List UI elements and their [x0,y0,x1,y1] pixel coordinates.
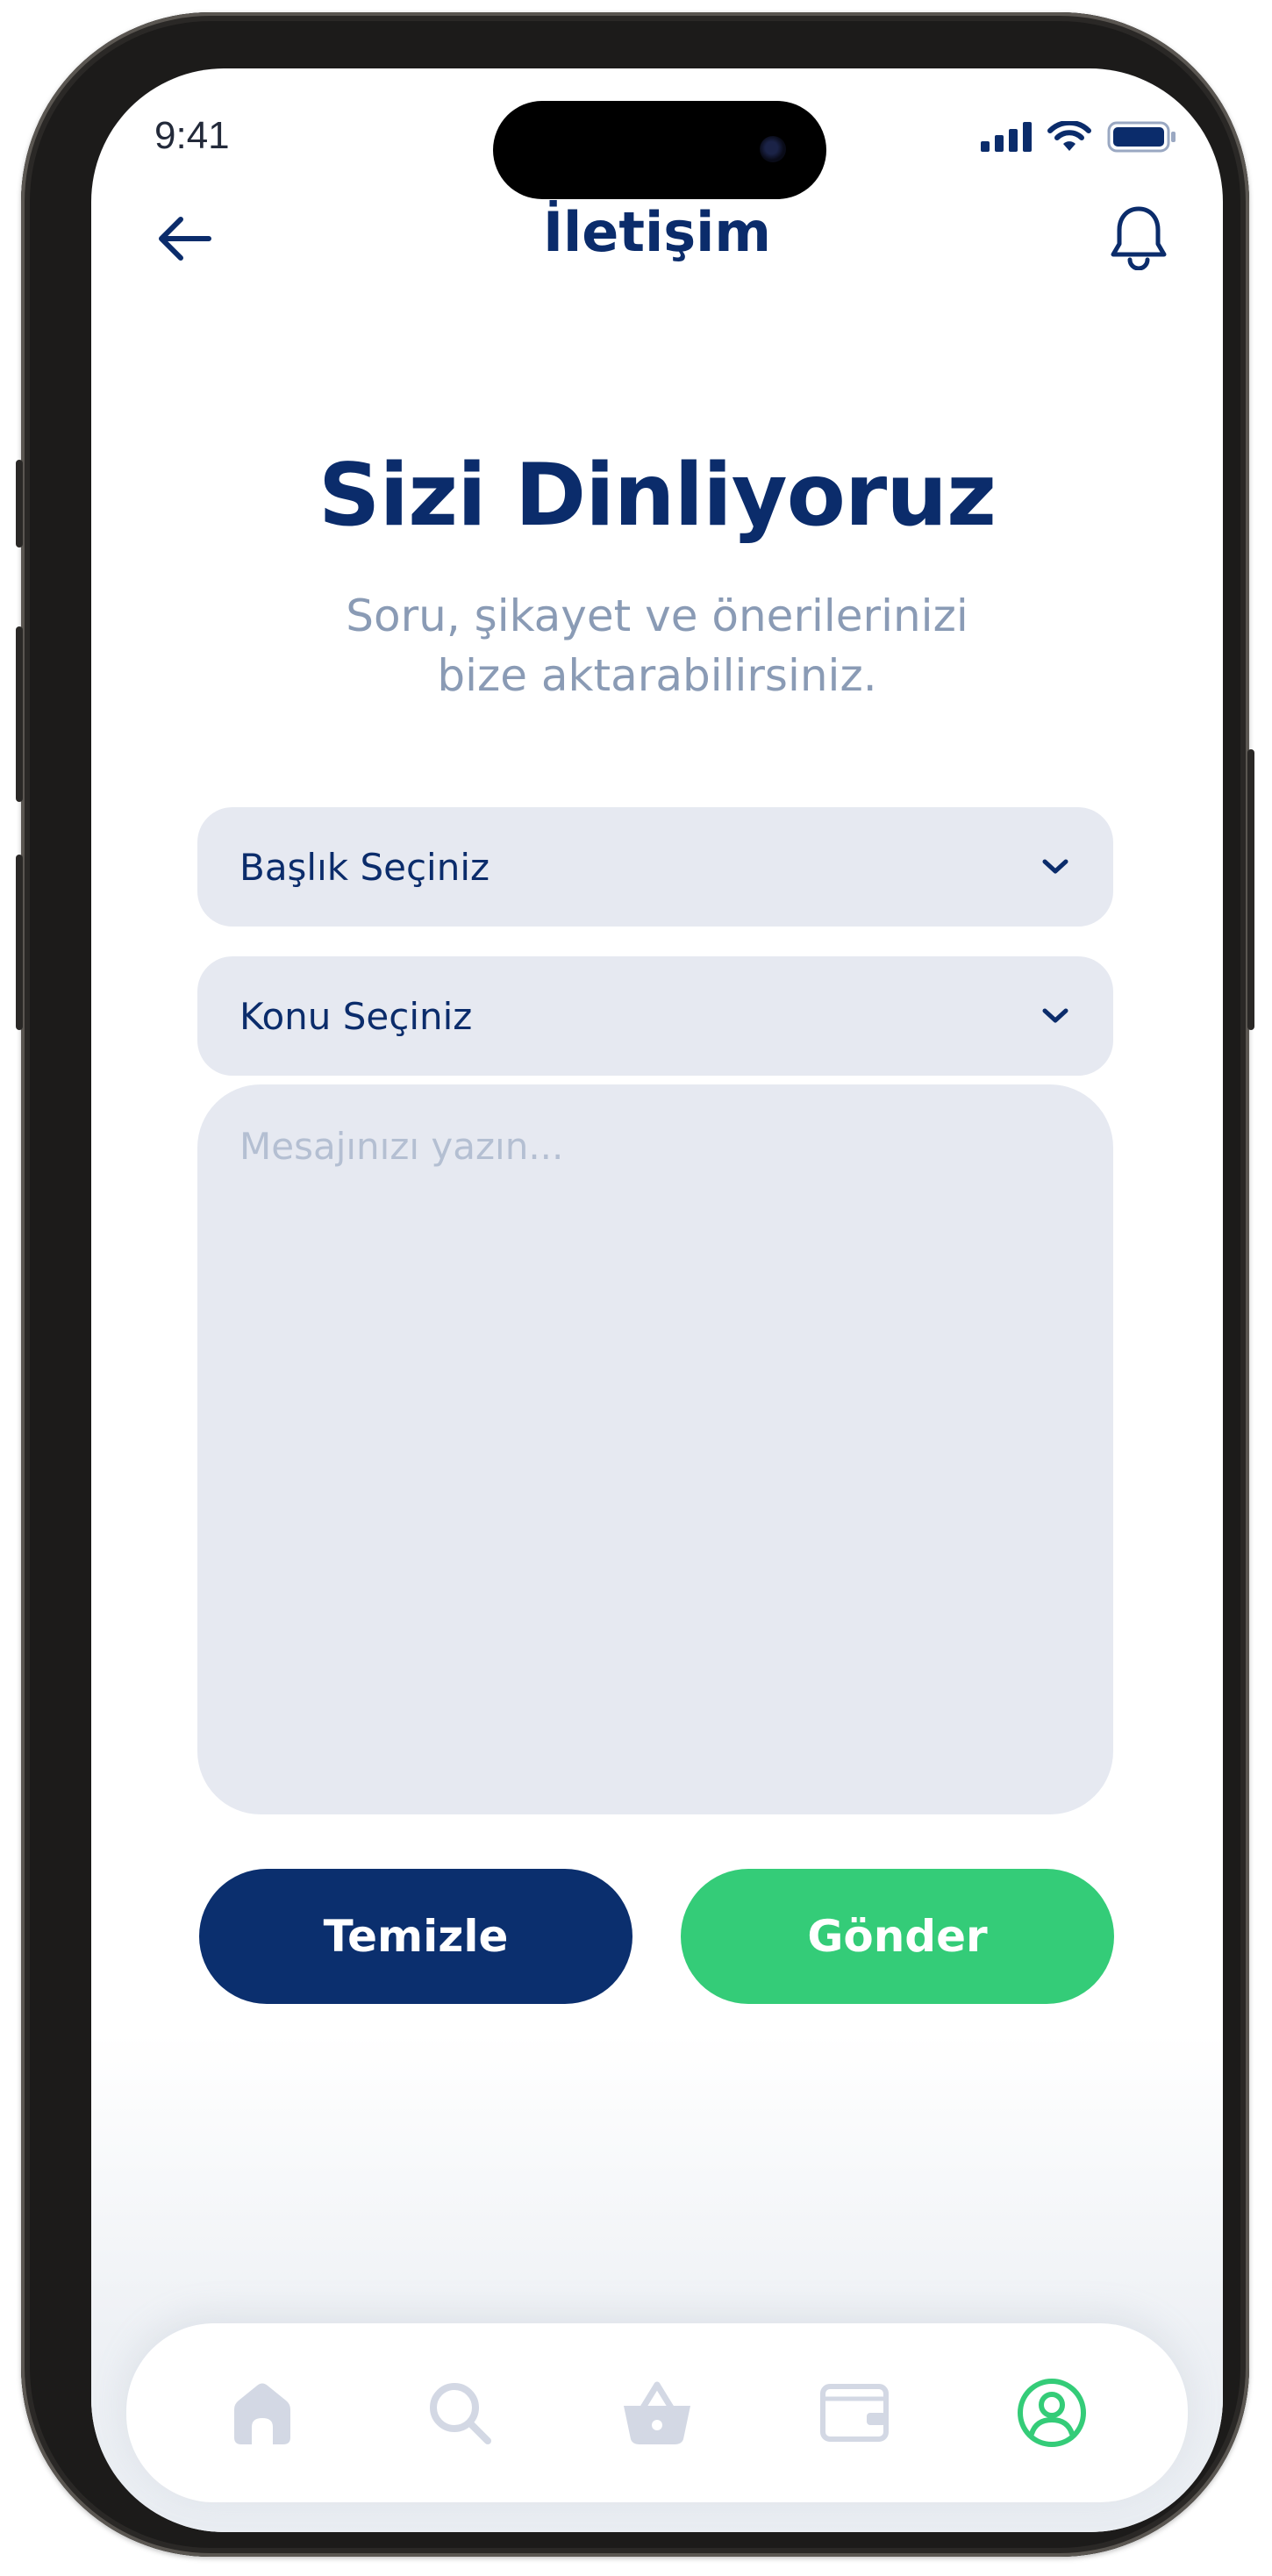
hero-subtitle-line-1: Soru, şikayet ve önerilerinizi [346,590,968,641]
search-icon [430,2383,491,2444]
nav-item-profile[interactable] [1012,2373,1091,2452]
power-button [1247,749,1254,1030]
hero-subtitle-line-2: bize aktarabilirsiniz. [437,650,877,701]
phone-frame: 9:41 İletişim Sizi Dinliyoruz Soru, şika… [16,12,1254,2557]
status-icons [981,119,1177,154]
bottom-nav [126,2323,1188,2502]
chevron-down-icon [1040,851,1071,883]
nav-item-wallet[interactable] [815,2373,894,2452]
wifi-icon [1047,121,1091,151]
volume-down-button [16,855,23,1030]
status-time: 9:41 [154,114,230,157]
nav-item-home[interactable] [223,2373,302,2452]
dynamic-island [493,101,826,199]
clear-button[interactable]: Temizle [199,1869,632,2004]
topic-select[interactable]: Konu Seçiniz [197,956,1113,1076]
bell-icon [1111,206,1167,270]
page-title: İletişim [542,200,772,264]
title-select[interactable]: Başlık Seçiniz [197,807,1113,927]
hero-title: Sizi Dinliyoruz [318,446,997,546]
send-button[interactable]: Gönder [681,1869,1114,2004]
basket-icon [624,2381,690,2444]
profile-icon [1018,2379,1086,2447]
nav-item-search[interactable] [420,2373,499,2452]
screen: 9:41 İletişim Sizi Dinliyoruz Soru, şika… [91,68,1223,2532]
wallet-icon [820,2384,889,2442]
message-textarea[interactable] [197,1084,1113,1814]
chevron-down-icon [1040,1000,1071,1032]
hero-subtitle: Soru, şikayet ve önerilerinizi bize akta… [267,586,1047,705]
battery-icon [1107,121,1176,153]
volume-up-button [16,626,23,802]
cellular-signal-icon [981,122,1032,152]
home-icon [234,2383,290,2444]
camera-icon [760,136,786,162]
notifications-button[interactable] [1104,200,1174,274]
nav-item-basket[interactable] [618,2373,697,2452]
topic-select-label: Konu Seçiniz [239,994,473,1038]
silent-switch [16,460,23,547]
title-select-label: Başlık Seçiniz [239,845,490,889]
